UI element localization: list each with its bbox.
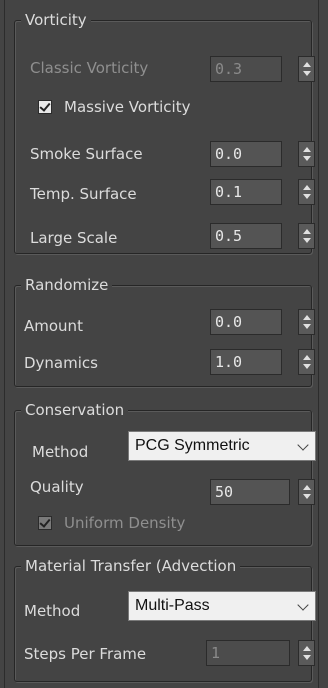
spinner-up-icon (303, 355, 311, 360)
chevron-down-icon (297, 599, 309, 611)
spinner-up-icon (303, 229, 311, 234)
steps-per-frame-input[interactable]: 1 (206, 640, 290, 666)
dynamics-spinner[interactable] (298, 349, 315, 375)
conservation-method-label: Method (32, 443, 89, 461)
spinner-up-icon (303, 315, 311, 320)
quality-label: Quality (30, 478, 84, 496)
material-method-label: Method (24, 602, 81, 620)
massive-vorticity-checkbox[interactable] (38, 100, 52, 114)
quality-spinner[interactable] (298, 479, 315, 505)
spinner-down-icon (303, 238, 311, 243)
uniform-density-label: Uniform Density (64, 514, 186, 532)
steps-per-frame-label: Steps Per Frame (24, 645, 147, 663)
randomize-group-title: Randomize (21, 276, 113, 294)
classic-vorticity-input[interactable]: 0.3 (210, 56, 282, 82)
large-scale-spinner[interactable] (298, 223, 315, 249)
smoke-surface-input[interactable]: 0.0 (210, 141, 282, 167)
large-scale-input[interactable]: 0.5 (210, 223, 282, 249)
spinner-down-icon (303, 364, 311, 369)
large-scale-label: Large Scale (30, 229, 118, 247)
vorticity-group-title: Vorticity (21, 11, 91, 29)
spinner-down-icon (303, 194, 311, 199)
checkmark-icon (39, 100, 51, 112)
smoke-surface-label: Smoke Surface (30, 145, 143, 163)
spinner-down-icon (303, 655, 311, 660)
spinner-down-icon (303, 156, 311, 161)
steps-per-frame-spinner[interactable] (298, 640, 315, 666)
conservation-method-value: PCG Symmetric (135, 437, 250, 454)
panel-left-edge (4, 0, 5, 688)
amount-spinner[interactable] (298, 309, 315, 335)
material-transfer-group-title: Material Transfer (Advection (21, 557, 241, 575)
chevron-down-icon (297, 439, 309, 451)
spinner-up-icon (303, 147, 311, 152)
amount-input[interactable]: 0.0 (210, 309, 282, 335)
conservation-group-title: Conservation (21, 401, 129, 419)
material-method-select[interactable]: Multi-Pass (128, 591, 316, 621)
dynamics-label: Dynamics (24, 354, 98, 372)
panel-right-edge (318, 0, 319, 688)
spinner-up-icon (303, 485, 311, 490)
classic-vorticity-spinner[interactable] (298, 56, 315, 82)
spinner-up-icon (303, 185, 311, 190)
smoke-surface-spinner[interactable] (298, 141, 315, 167)
temp-surface-input[interactable]: 0.1 (210, 179, 282, 205)
amount-label: Amount (24, 317, 83, 335)
spinner-down-icon (303, 71, 311, 76)
spinner-up-icon (303, 646, 311, 651)
massive-vorticity-label: Massive Vorticity (64, 98, 191, 116)
conservation-method-select[interactable]: PCG Symmetric (128, 431, 316, 461)
uniform-density-checkbox[interactable] (38, 516, 52, 530)
dynamics-input[interactable]: 1.0 (210, 349, 282, 375)
checkmark-icon (39, 516, 51, 528)
classic-vorticity-label: Classic Vorticity (30, 59, 149, 77)
spinner-up-icon (303, 62, 311, 67)
temp-surface-label: Temp. Surface (30, 185, 137, 203)
material-method-value: Multi-Pass (135, 597, 210, 614)
spinner-down-icon (303, 324, 311, 329)
quality-input[interactable]: 50 (210, 479, 290, 505)
temp-surface-spinner[interactable] (298, 179, 315, 205)
spinner-down-icon (303, 494, 311, 499)
